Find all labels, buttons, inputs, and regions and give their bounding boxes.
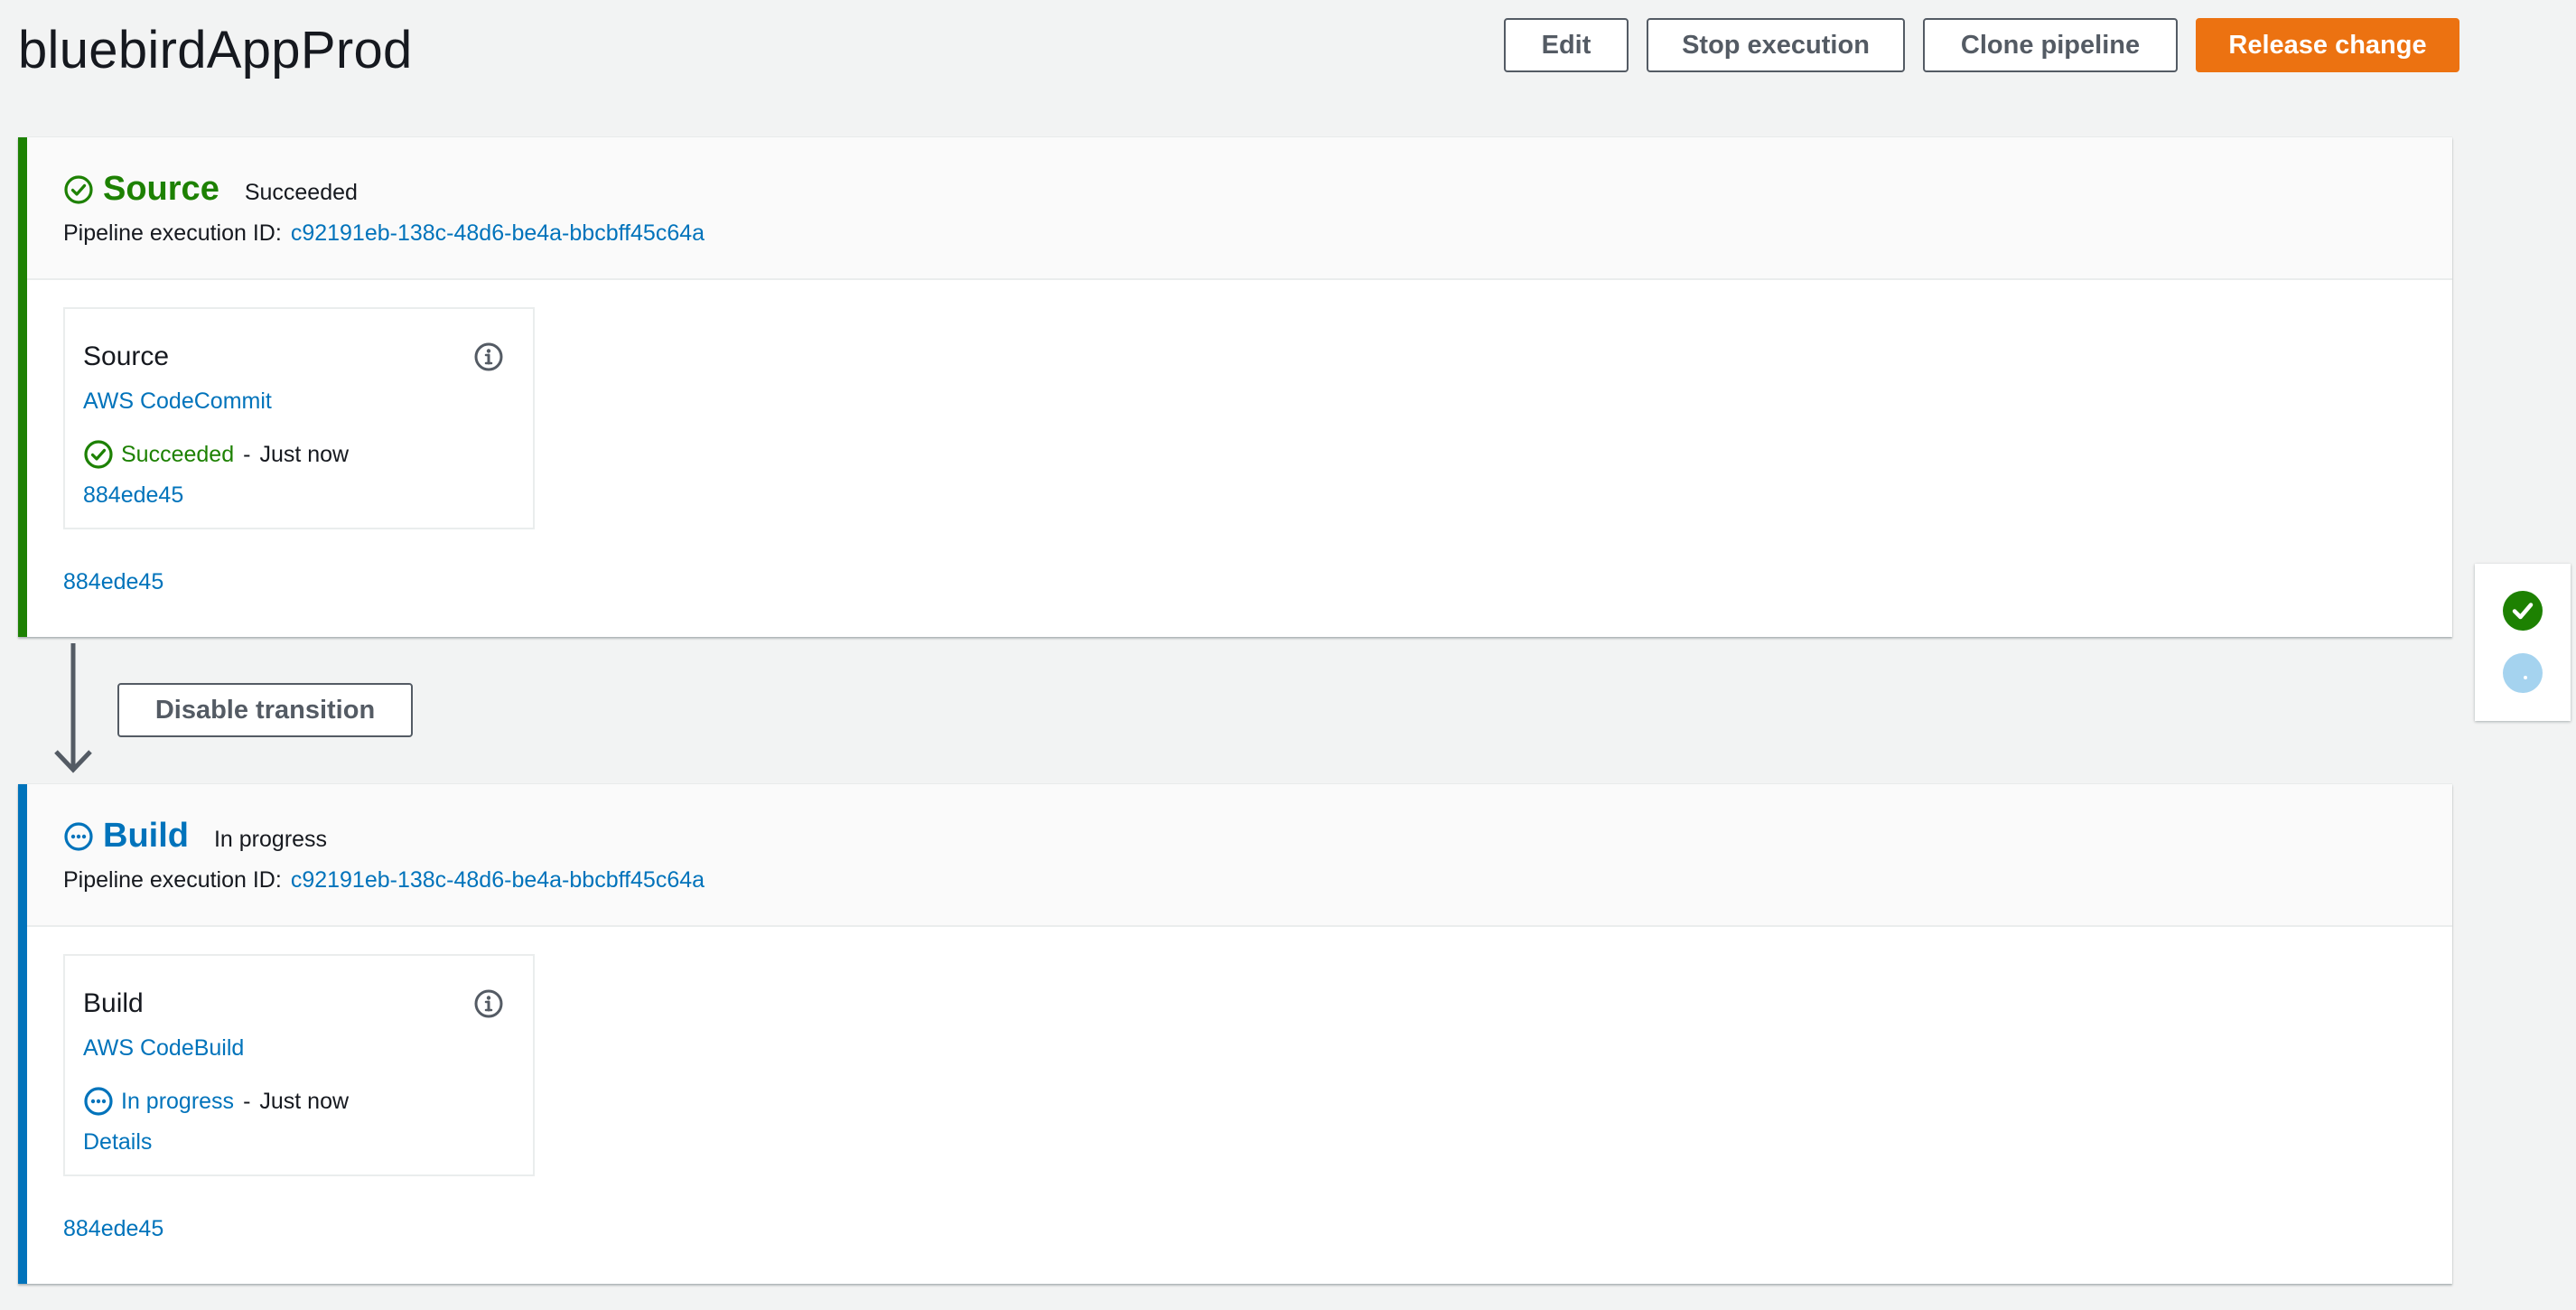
stage-title-row: Build In progress	[63, 817, 327, 856]
details-link[interactable]: Details	[83, 1129, 152, 1156]
action-provider-link[interactable]: AWS CodeCommit	[83, 388, 272, 415]
stage-status: In progress	[213, 827, 328, 852]
stop-execution-button[interactable]: Stop execution	[1647, 18, 1905, 72]
in-progress-dot-icon[interactable]	[2503, 653, 2543, 693]
stage-navigator	[2475, 564, 2571, 721]
stage-header: Build In progress Pipeline execution ID:…	[27, 784, 2452, 927]
stage-source: Source Succeeded Pipeline execution ID: c…	[18, 137, 2452, 637]
stage-name: Source	[103, 170, 219, 208]
stage-build: Build In progress Pipeline execution ID:…	[18, 784, 2452, 1284]
stage-commit-link[interactable]: 884ede45	[63, 569, 163, 595]
execution-id-link[interactable]: c92191eb-138c-48d6-be4a-bbcbff45c64a	[291, 867, 705, 893]
edit-button[interactable]: Edit	[1504, 18, 1629, 72]
clone-pipeline-button[interactable]: Clone pipeline	[1923, 18, 2178, 72]
transition-arrow-icon	[54, 643, 92, 773]
header-actions: Edit Stop execution Clone pipeline Relea…	[1504, 18, 2459, 72]
check-circle-filled-icon[interactable]	[2503, 591, 2543, 631]
action-time: Just now	[259, 1088, 350, 1114]
execution-id-label: Pipeline execution ID:	[63, 220, 282, 246]
action-provider-link[interactable]: AWS CodeBuild	[83, 1035, 244, 1062]
status-separator: -	[243, 441, 251, 467]
action-card-build: Build AWS CodeBuild In progress - Just n…	[63, 954, 535, 1176]
in-progress-icon	[84, 1087, 113, 1116]
check-circle-icon	[64, 174, 93, 204]
pipeline-page: bluebirdAppProd Edit Stop execution Clon…	[0, 0, 2576, 1310]
disable-transition-button[interactable]: Disable transition	[117, 683, 413, 737]
stage-commit-link[interactable]: 884ede45	[63, 1216, 163, 1242]
check-circle-icon	[84, 440, 113, 469]
page-title: bluebirdAppProd	[18, 21, 413, 80]
in-progress-icon	[64, 821, 93, 851]
execution-id-link[interactable]: c92191eb-138c-48d6-be4a-bbcbff45c64a	[291, 220, 705, 246]
stage-name: Build	[103, 817, 189, 855]
commit-link[interactable]: 884ede45	[83, 482, 183, 509]
action-status-row: In progress - Just now	[83, 1086, 349, 1117]
info-icon[interactable]	[473, 342, 504, 372]
action-status-link[interactable]: In progress	[121, 1089, 234, 1115]
action-name: Build	[83, 988, 144, 1018]
action-name: Source	[83, 342, 170, 371]
status-separator: -	[243, 1088, 251, 1114]
stage-header: Source Succeeded Pipeline execution ID: c…	[27, 137, 2452, 280]
stage-title-row: Source Succeeded	[63, 170, 358, 209]
action-time: Just now	[259, 441, 350, 467]
info-icon[interactable]	[473, 988, 504, 1019]
execution-id-row: Pipeline execution ID: c92191eb-138c-48d6…	[63, 867, 705, 894]
action-card-source: Source AWS CodeCommit Succeeded - Just n…	[63, 307, 535, 529]
action-status: Succeeded	[121, 441, 235, 467]
action-status-row: Succeeded - Just now	[83, 439, 349, 470]
execution-id-label: Pipeline execution ID:	[63, 867, 282, 893]
stage-status: Succeeded	[244, 180, 358, 205]
release-change-button[interactable]: Release change	[2196, 18, 2459, 72]
execution-id-row: Pipeline execution ID: c92191eb-138c-48d6…	[63, 220, 705, 247]
